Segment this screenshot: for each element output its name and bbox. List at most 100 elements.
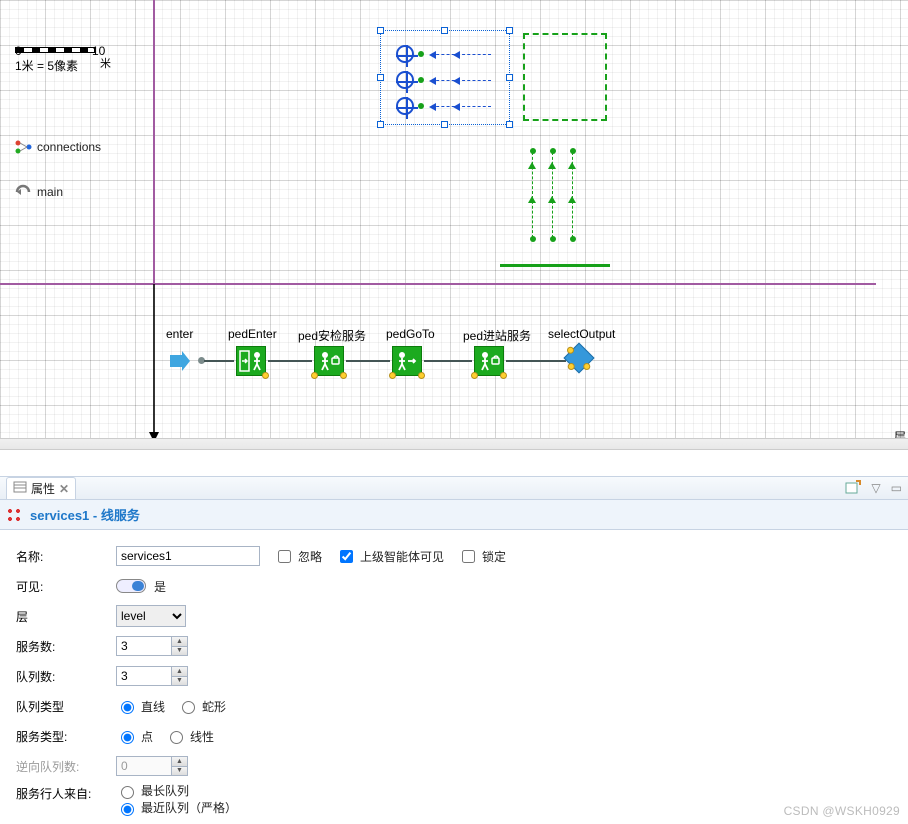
queue-arrow-icon (548, 196, 556, 203)
model-tree: connections main (15, 138, 101, 202)
block-label: ped进站服务 (463, 327, 531, 344)
block-port[interactable] (566, 345, 576, 355)
tree-connections[interactable]: connections (15, 140, 101, 154)
ignore-checkbox[interactable]: 忽略 (274, 547, 322, 566)
queue-column[interactable] (572, 152, 573, 238)
radio-label: 直线 (141, 698, 165, 715)
queue-dot (550, 236, 556, 242)
block-port[interactable] (471, 372, 478, 379)
tree-main-label: main (37, 185, 63, 199)
resize-handle[interactable] (441, 121, 448, 128)
block-port[interactable] (418, 372, 425, 379)
resize-handle[interactable] (377, 27, 384, 34)
radio-label: 点 (141, 728, 153, 745)
serve-from-label: 服务行人来自: (16, 782, 116, 802)
ped-station-block[interactable] (474, 346, 504, 376)
block-port[interactable] (500, 372, 507, 379)
name-input[interactable] (116, 546, 260, 566)
resize-handle[interactable] (441, 27, 448, 34)
layer-select[interactable]: level (116, 605, 186, 627)
minimize-icon[interactable]: ▽ (871, 481, 880, 495)
service-type-label: 服务类型: (16, 728, 116, 745)
new-view-icon[interactable] (845, 480, 861, 497)
services1-selection[interactable] (380, 30, 510, 125)
connections-icon (15, 140, 33, 154)
queue-dot (530, 148, 536, 154)
queue-column[interactable] (532, 152, 533, 238)
area-rectangle[interactable] (523, 33, 607, 121)
block-port[interactable] (262, 372, 269, 379)
close-icon[interactable]: ✕ (59, 482, 69, 496)
connector (204, 360, 234, 362)
scale-unit: 米 (100, 55, 111, 71)
radio-label: 线性 (190, 728, 214, 745)
resize-handle[interactable] (377, 74, 384, 81)
connector (268, 360, 312, 362)
ped-security-block[interactable] (314, 346, 344, 376)
queue-arrow-icon (548, 162, 556, 169)
spinner[interactable]: ▲▼ (171, 637, 187, 655)
queue-type-straight-radio[interactable]: 直线 (116, 698, 165, 715)
properties-tab[interactable]: 属性 ✕ (6, 477, 76, 499)
queue-arrow-icon (528, 196, 536, 203)
horizontal-scroll-thumb[interactable] (380, 440, 560, 448)
service-row (396, 71, 491, 89)
parent-visible-label: 上级智能体可见 (360, 548, 444, 565)
block-port[interactable] (566, 362, 576, 372)
resize-handle[interactable] (506, 74, 513, 81)
properties-header: services1 - 线服务 (0, 500, 908, 530)
resize-handle[interactable] (377, 121, 384, 128)
visible-toggle[interactable] (116, 579, 146, 593)
connector (346, 360, 390, 362)
resize-handle[interactable] (506, 121, 513, 128)
queue-count-label: 队列数: (16, 668, 116, 685)
axis-arrow-down (148, 284, 160, 444)
layer-label-right: 层 (894, 428, 906, 445)
resize-handle[interactable] (506, 27, 513, 34)
target-line[interactable] (500, 264, 610, 267)
ped-goto-block[interactable] (392, 346, 422, 376)
properties-tab-label: 属性 (31, 480, 55, 497)
name-label: 名称: (16, 548, 116, 565)
serve-from-longest-radio[interactable]: 最长队列 (116, 782, 237, 799)
spinner: ▲▼ (171, 757, 187, 775)
block-port[interactable] (389, 372, 396, 379)
block-port[interactable] (340, 372, 347, 379)
axis-x (0, 283, 876, 285)
reverse-queue-label: 逆向队列数: (16, 758, 116, 775)
scale-bar (15, 47, 95, 53)
parent-visible-checkbox[interactable]: 上级智能体可见 (336, 547, 444, 566)
block-label: selectOutput (548, 327, 615, 341)
tree-connections-label: connections (37, 140, 101, 154)
ped-enter-block[interactable] (236, 346, 266, 376)
tree-main[interactable]: main (15, 184, 101, 200)
lock-checkbox[interactable]: 锁定 (458, 547, 506, 566)
service-type-linear-radio[interactable]: 线性 (165, 728, 214, 745)
line-service-icon (8, 509, 24, 521)
properties-tab-icon (13, 481, 27, 496)
service-point-icon (396, 97, 414, 115)
queue-line (431, 106, 491, 107)
main-icon (15, 184, 33, 200)
queue-type-snake-radio[interactable]: 蛇形 (177, 698, 226, 715)
spinner[interactable]: ▲▼ (171, 667, 187, 685)
service-type-point-radio[interactable]: 点 (116, 728, 153, 745)
enter-source-icon[interactable] (168, 351, 192, 371)
block-port[interactable] (311, 372, 318, 379)
watermark: CSDN @WSKH0929 (784, 804, 900, 818)
service-point-icon (396, 71, 414, 89)
queue-column[interactable] (552, 152, 553, 238)
flowchart: enter pedEnter ped安检服务 pedGoTo ped进站服务 s… (168, 327, 898, 387)
block-port[interactable] (582, 362, 592, 372)
menu-icon[interactable]: ▭ (891, 481, 902, 495)
properties-tabbar: 属性 ✕ ▽ ▭ (0, 476, 908, 500)
select-output-block[interactable] (563, 342, 594, 373)
lock-label: 锁定 (482, 548, 506, 565)
queue-dot (550, 148, 556, 154)
radio-label: 蛇形 (202, 698, 226, 715)
model-canvas[interactable]: 层 0 10 米 1米 = 5像素 connections main (0, 0, 908, 450)
axis-y (153, 0, 155, 284)
scale-0: 0 (15, 44, 22, 58)
serve-from-nearest-radio[interactable]: 最近队列（严格） (116, 799, 237, 816)
block-label: ped安检服务 (298, 327, 366, 344)
